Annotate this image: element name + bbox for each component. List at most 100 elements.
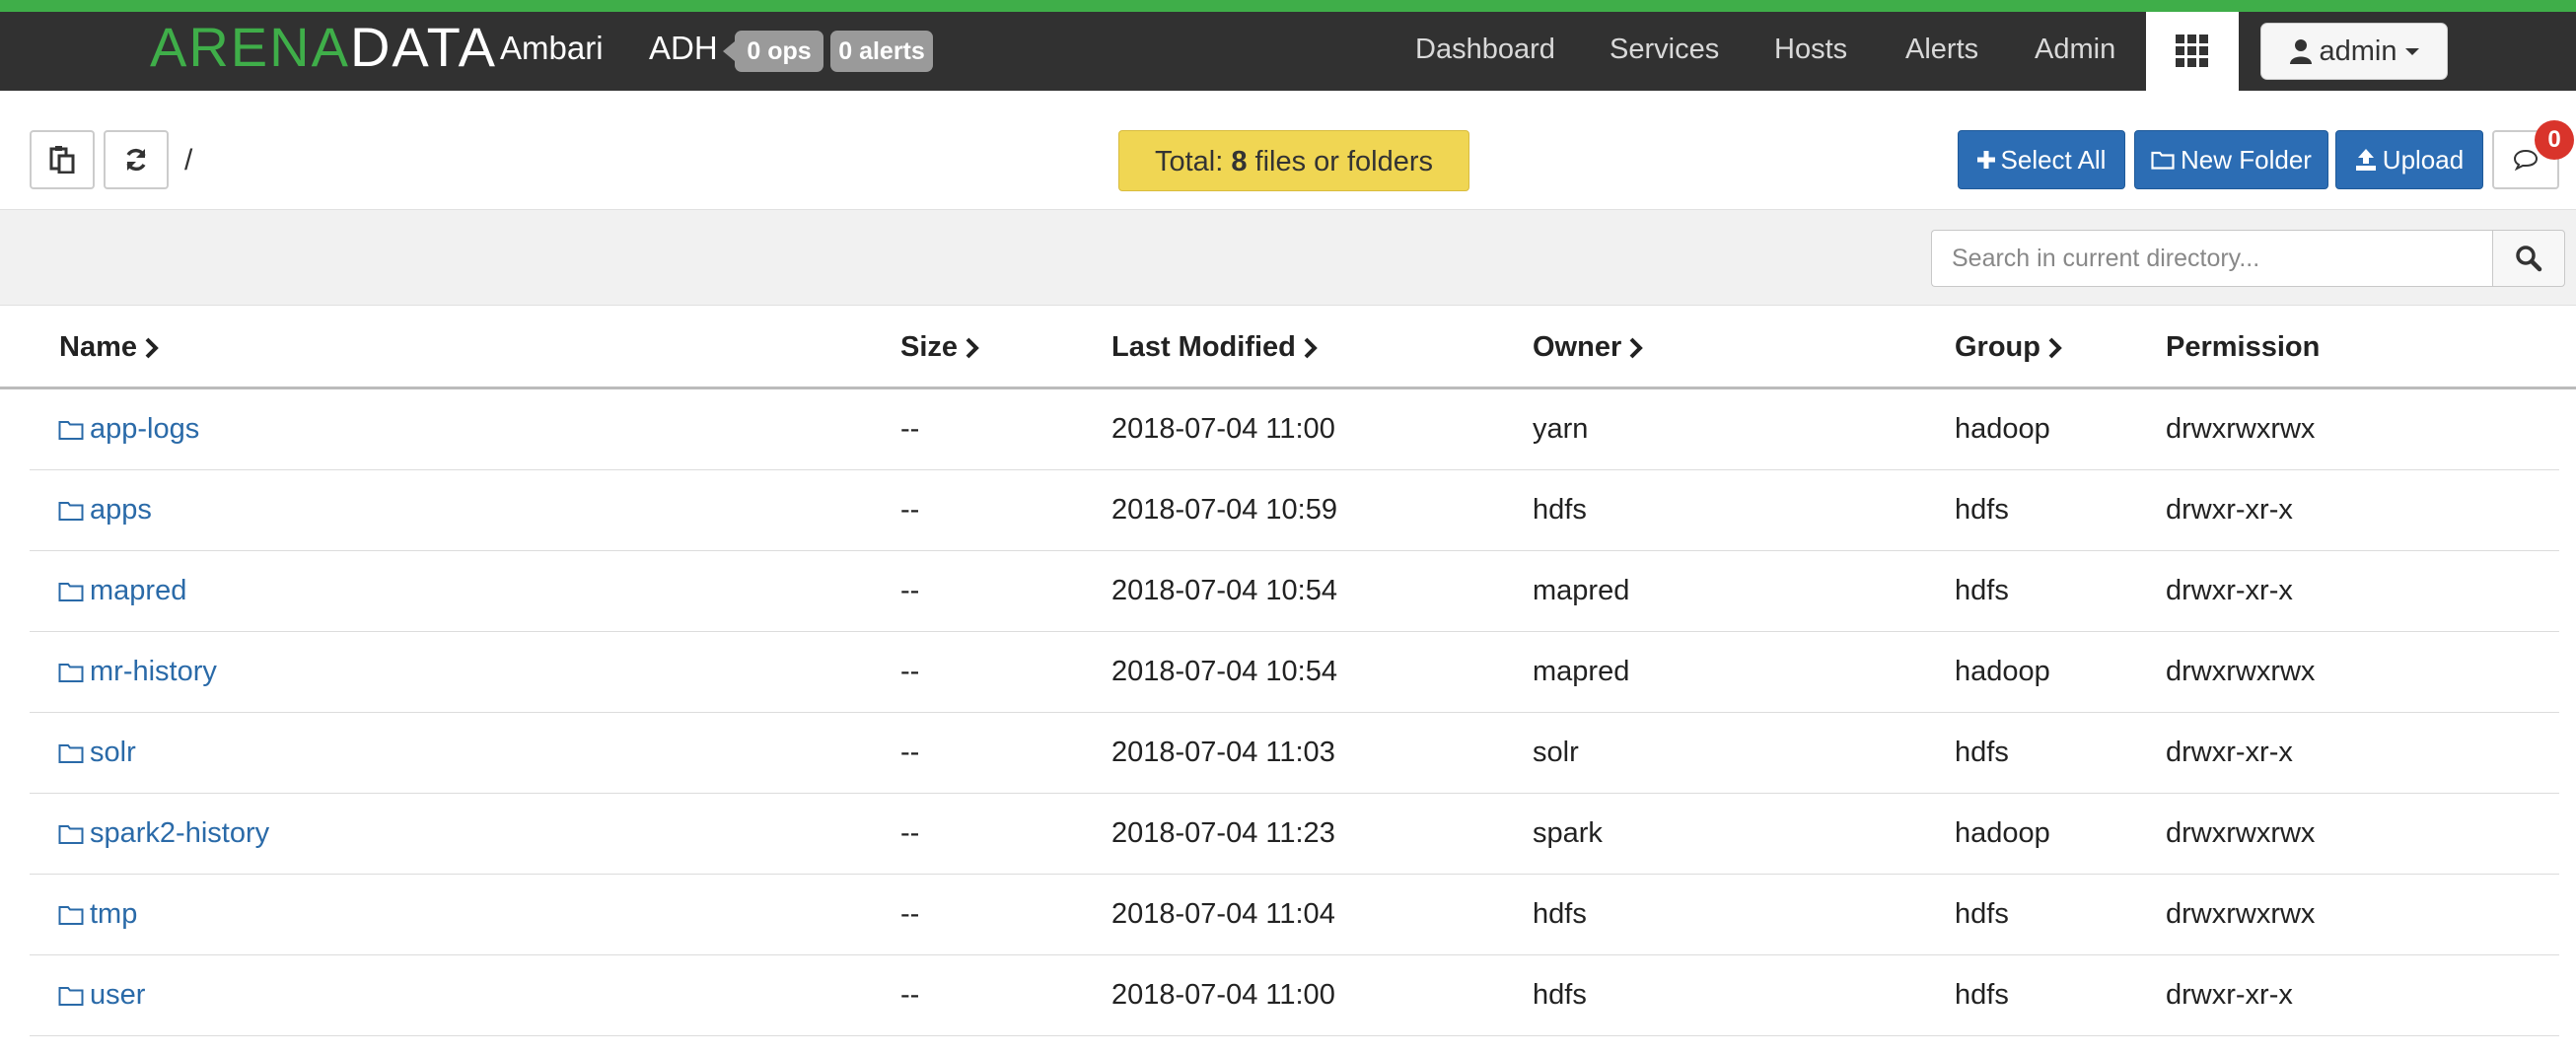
file-permission: drwxr-xr-x: [2166, 737, 2293, 768]
file-modified: 2018-07-04 11:04: [1111, 898, 1335, 930]
file-name-link[interactable]: spark2-history: [58, 817, 269, 850]
file-name: mr-history: [90, 656, 217, 687]
file-owner: hdfs: [1533, 979, 1587, 1011]
file-name-link[interactable]: apps: [58, 494, 152, 527]
file-modified: 2018-07-04 11:00: [1111, 979, 1335, 1011]
file-permission: drwxr-xr-x: [2166, 979, 2293, 1011]
file-size: --: [900, 817, 920, 849]
total-count: 8: [1231, 146, 1248, 177]
table-row[interactable]: solr -- 2018-07-04 11:03 solr hdfs drwxr…: [30, 713, 2559, 794]
upload-label: Upload: [2382, 144, 2465, 175]
column-header-owner[interactable]: Owner: [1533, 331, 1644, 364]
table-row[interactable]: app-logs -- 2018-07-04 11:00 yarn hadoop…: [30, 389, 2559, 470]
nav-hosts[interactable]: Hosts: [1774, 34, 1847, 66]
column-header-size[interactable]: Size: [900, 331, 979, 364]
file-permission: drwxrwxrwx: [2166, 413, 2316, 445]
file-name-link[interactable]: mr-history: [58, 656, 217, 688]
select-all-button[interactable]: Select All: [1958, 130, 2125, 189]
search-button[interactable]: [2492, 230, 2565, 287]
folder-icon: [58, 582, 84, 601]
folder-icon: [58, 986, 84, 1006]
file-group: hdfs: [1955, 575, 2009, 606]
table-row[interactable]: apps -- 2018-07-04 10:59 hdfs hdfs drwxr…: [30, 470, 2559, 551]
file-owner: mapred: [1533, 656, 1630, 687]
file-owner: hdfs: [1533, 494, 1587, 526]
refresh-button[interactable]: [104, 130, 169, 189]
search-input[interactable]: [1931, 230, 2493, 287]
nav-dashboard[interactable]: Dashboard: [1415, 34, 1555, 66]
column-header-group[interactable]: Group: [1955, 331, 2062, 364]
nav-services[interactable]: Services: [1610, 34, 1719, 66]
folder-icon: [58, 743, 84, 763]
file-size: --: [900, 413, 920, 445]
file-name-link[interactable]: user: [58, 979, 145, 1012]
table-row[interactable]: tmp -- 2018-07-04 11:04 hdfs hdfs drwxrw…: [30, 875, 2559, 955]
table-row[interactable]: user -- 2018-07-04 11:00 hdfs hdfs drwxr…: [30, 955, 2559, 1036]
file-owner: yarn: [1533, 413, 1589, 445]
file-name-link[interactable]: solr: [58, 737, 136, 769]
file-group: hadoop: [1955, 656, 2050, 687]
top-navbar: ARENADATA Ambari ADH 0 ops 0 alerts Dash…: [0, 0, 2576, 91]
table-row[interactable]: mr-history -- 2018-07-04 10:54 mapred ha…: [30, 632, 2559, 713]
ops-badge[interactable]: 0 ops: [723, 31, 823, 72]
table-row[interactable]: spark2-history -- 2018-07-04 11:23 spark…: [30, 794, 2559, 875]
notification-count-badge: 0: [2535, 120, 2574, 160]
column-header-modified-label: Last Modified: [1111, 331, 1296, 363]
file-size: --: [900, 494, 920, 526]
user-menu-button[interactable]: admin: [2260, 23, 2448, 80]
cluster-name[interactable]: ADH: [649, 30, 718, 67]
file-name-link[interactable]: mapred: [58, 575, 186, 607]
chevron-right-icon: [145, 337, 159, 358]
plus-icon: [1976, 151, 1995, 169]
file-name-link[interactable]: app-logs: [58, 413, 199, 446]
chevron-right-icon: [1629, 337, 1644, 358]
column-header-permission: Permission: [2166, 331, 2320, 364]
table-header: Name Size Last Modified Owner Group Perm…: [0, 308, 2576, 389]
grid-icon: [2176, 35, 2208, 67]
alerts-badge[interactable]: 0 alerts: [830, 31, 933, 72]
select-all-label: Select All: [2000, 144, 2107, 175]
total-count-banner: Total: 8 files or folders: [1118, 130, 1469, 191]
nav-alerts[interactable]: Alerts: [1905, 34, 1978, 66]
file-name: spark2-history: [90, 817, 270, 849]
file-permission: drwxrwxrwx: [2166, 898, 2316, 930]
user-name: admin: [2319, 35, 2397, 67]
file-permission: drwxrwxrwx: [2166, 817, 2316, 849]
file-group: hadoop: [1955, 817, 2050, 849]
file-owner: hdfs: [1533, 898, 1587, 930]
file-group: hdfs: [1955, 898, 2009, 930]
file-permission: drwxr-xr-x: [2166, 494, 2293, 526]
column-header-last-modified[interactable]: Last Modified: [1111, 331, 1318, 364]
file-name-link[interactable]: tmp: [58, 898, 137, 931]
total-suffix: files or folders: [1247, 146, 1434, 177]
file-modified: 2018-07-04 10:54: [1111, 656, 1337, 687]
column-header-name-label: Name: [59, 331, 137, 363]
file-size: --: [900, 575, 920, 606]
user-icon: [2289, 39, 2312, 64]
file-size: --: [900, 898, 920, 930]
column-header-owner-label: Owner: [1533, 331, 1622, 363]
nav-admin[interactable]: Admin: [2035, 34, 2115, 66]
views-grid-button[interactable]: [2146, 12, 2239, 91]
app-name[interactable]: Ambari: [500, 30, 604, 67]
file-name: app-logs: [90, 413, 200, 445]
new-folder-button[interactable]: New Folder: [2134, 130, 2328, 189]
folder-icon: [58, 501, 84, 521]
chevron-right-icon: [2048, 337, 2062, 358]
file-owner: mapred: [1533, 575, 1630, 606]
total-prefix: Total:: [1154, 146, 1232, 177]
arenadata-logo[interactable]: ARENADATA: [150, 18, 497, 77]
copy-path-button[interactable]: [30, 130, 95, 189]
file-group: hdfs: [1955, 737, 2009, 768]
current-path[interactable]: /: [184, 144, 192, 177]
folder-icon: [2151, 151, 2175, 170]
upload-button[interactable]: Upload: [2335, 130, 2483, 189]
clipboard-icon: [49, 146, 75, 174]
file-owner: spark: [1533, 817, 1603, 849]
file-size: --: [900, 979, 920, 1011]
file-name: apps: [90, 494, 152, 526]
table-row[interactable]: mapred -- 2018-07-04 10:54 mapred hdfs d…: [30, 551, 2559, 632]
logo-text-arena: ARENA: [150, 16, 350, 78]
folder-icon: [58, 420, 84, 440]
column-header-name[interactable]: Name: [59, 331, 159, 364]
